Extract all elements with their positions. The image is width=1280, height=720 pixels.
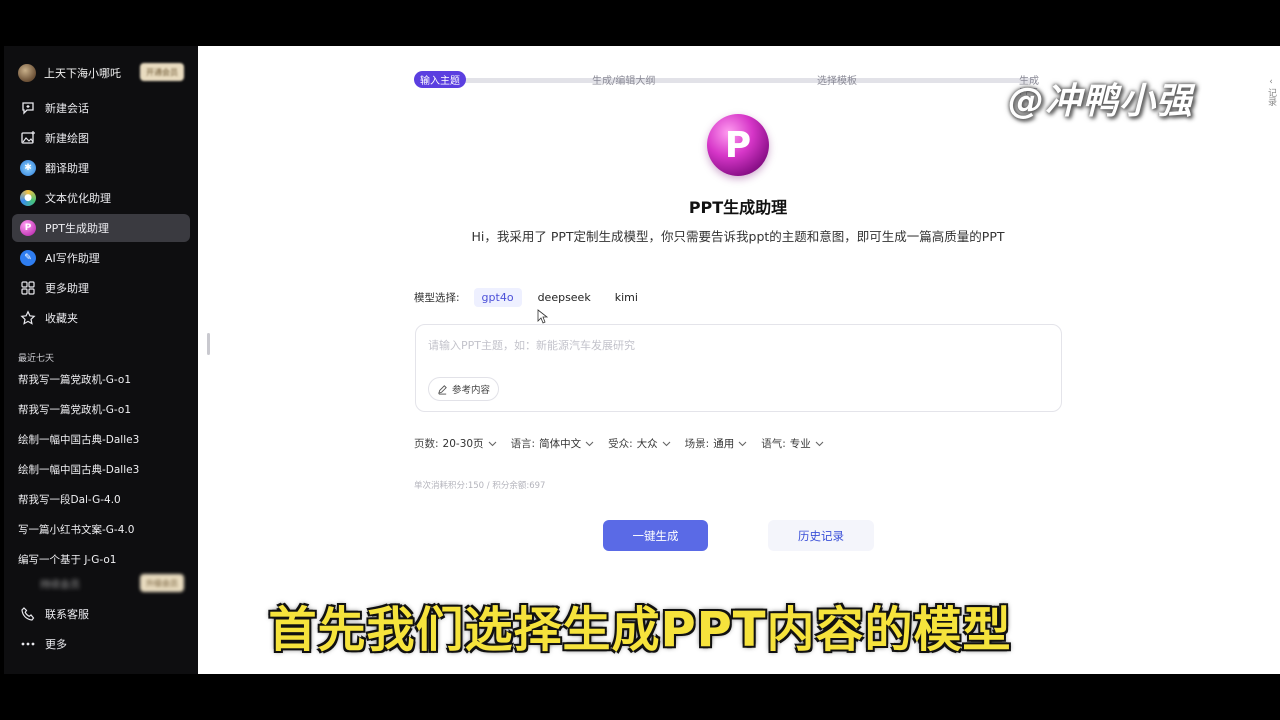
list-item[interactable]: 帮我写一篇党政机-G-o1 bbox=[12, 364, 190, 394]
reference-content-button[interactable]: 参考内容 bbox=[428, 377, 500, 401]
topic-input-box: 参考内容 bbox=[415, 324, 1062, 412]
sidebar-item-label: 更多助理 bbox=[45, 282, 89, 295]
option-value: 专业 bbox=[789, 438, 811, 450]
list-item[interactable]: 绘制一幅中国古典-Dalle3 bbox=[12, 424, 190, 454]
credits-info: 单次消耗积分:150 / 积分余额:697 bbox=[414, 481, 546, 491]
pages-select[interactable]: 页数: 20-30页 bbox=[414, 436, 497, 451]
reference-label: 参考内容 bbox=[452, 385, 491, 396]
chevron-down-icon bbox=[488, 441, 496, 446]
chat-plus-icon bbox=[20, 100, 36, 116]
side-tab-label: 记录 bbox=[1266, 88, 1276, 106]
user-profile[interactable]: 上天下海小哪吒 开通会员 bbox=[18, 60, 188, 86]
step-track bbox=[458, 78, 1034, 83]
list-item[interactable]: 帮我写一篇党政机-G-o1 bbox=[12, 394, 190, 424]
sidebar-item-new-chat[interactable]: 新建会话 bbox=[12, 94, 190, 122]
ppt-logo: P bbox=[707, 114, 769, 176]
chevron-down-icon bbox=[662, 441, 671, 446]
sidebar-item-text-optimize[interactable]: ● 文本优化助理 bbox=[12, 184, 190, 212]
vip-badge[interactable]: 开通会员 bbox=[140, 63, 184, 81]
sidebar-item-translate[interactable]: ✱ 翻译助理 bbox=[12, 154, 190, 182]
language-select[interactable]: 语言: 简体中文 bbox=[511, 436, 595, 451]
image-plus-icon bbox=[20, 130, 36, 146]
chevron-down-icon bbox=[815, 441, 824, 446]
video-caption: 首先我们选择生成PPT内容的模型 bbox=[268, 602, 1012, 658]
option-value: 简体中文 bbox=[539, 438, 582, 450]
sidebar-item-label: PPT生成助理 bbox=[45, 222, 109, 235]
sidebar-item-new-drawing[interactable]: 新建绘图 bbox=[12, 124, 190, 152]
sidebar-item-label: AI写作助理 bbox=[45, 252, 100, 265]
step-template[interactable]: 选择模板 bbox=[817, 72, 857, 87]
list-item[interactable]: 绘制一幅中国古典-Dalle3 bbox=[12, 454, 190, 484]
sidebar-resize-handle[interactable] bbox=[207, 333, 210, 355]
recent-section-title: 最近七天 bbox=[18, 354, 55, 364]
avatar[interactable] bbox=[18, 64, 36, 82]
progress-steps: 输入主题 生成/编辑大纲 选择模板 生成PPT bbox=[414, 71, 1054, 98]
chevron-down-icon bbox=[738, 441, 747, 446]
membership-text: 持续会员 bbox=[40, 580, 80, 591]
sidebar-item-label: 新建会话 bbox=[45, 102, 89, 115]
list-item[interactable]: 编写一个基于 J-G-o1 bbox=[12, 544, 190, 574]
list-item[interactable]: 写一篇小红书文案-G-4.0 bbox=[12, 514, 190, 544]
chevron-left-icon: ‹ bbox=[1269, 77, 1273, 87]
generate-button[interactable]: 一键生成 bbox=[603, 520, 708, 551]
sidebar-item-label: 文本优化助理 bbox=[45, 192, 111, 205]
option-key: 页数: bbox=[414, 438, 439, 450]
tone-select[interactable]: 语气: 专业 bbox=[761, 436, 824, 451]
model-option-kimi[interactable]: kimi bbox=[607, 288, 646, 307]
sidebar-item-ai-write[interactable]: ✎ AI写作助理 bbox=[12, 244, 190, 272]
option-key: 语气: bbox=[761, 438, 786, 450]
sidebar-item-more-assistants[interactable]: 更多助理 bbox=[12, 274, 190, 302]
ppt-icon: P bbox=[20, 220, 36, 236]
sidebar-item-label: 收藏夹 bbox=[45, 312, 78, 325]
sidebar-item-ppt[interactable]: P PPT生成助理 bbox=[12, 214, 190, 242]
sidebar: 上天下海小哪吒 开通会员 新建会话 新建绘图 ✱ 翻译助理 ● 文本优化助理 P… bbox=[4, 46, 198, 674]
ppt-options: 页数: 20-30页 语言: 简体中文 受众: 大众 场景: 通用 语气: 专业 bbox=[414, 436, 838, 451]
sidebar-item-label: 新建绘图 bbox=[45, 132, 89, 145]
step-outline[interactable]: 生成/编辑大纲 bbox=[592, 72, 655, 87]
option-value: 大众 bbox=[636, 438, 658, 450]
audience-select[interactable]: 受众: 大众 bbox=[608, 436, 671, 451]
list-item[interactable]: 帮我写一段Dal-G-4.0 bbox=[12, 484, 190, 514]
watermark: @冲鸭小强 bbox=[1008, 81, 1194, 122]
ai-write-icon: ✎ bbox=[20, 250, 36, 266]
record-side-tab[interactable]: ‹ 记录 bbox=[1262, 76, 1280, 128]
star-icon bbox=[20, 310, 36, 326]
translate-icon: ✱ bbox=[20, 160, 36, 176]
app-window: 上天下海小哪吒 开通会员 新建会话 新建绘图 ✱ 翻译助理 ● 文本优化助理 P… bbox=[4, 46, 1280, 674]
model-label: 模型选择: bbox=[414, 291, 460, 304]
option-key: 语言: bbox=[510, 438, 536, 450]
option-key: 场景: bbox=[684, 438, 710, 450]
sidebar-item-label: 翻译助理 bbox=[45, 162, 89, 175]
user-name: 上天下海小哪吒 bbox=[44, 67, 121, 80]
grid-icon bbox=[20, 280, 36, 296]
step-input-topic[interactable]: 输入主题 bbox=[414, 71, 466, 88]
option-key: 受众: bbox=[608, 438, 633, 450]
sidebar-item-favorites[interactable]: 收藏夹 bbox=[12, 304, 190, 332]
option-value: 通用 bbox=[713, 438, 735, 450]
recent-list: 帮我写一篇党政机-G-o1 帮我写一篇党政机-G-o1 绘制一幅中国古典-Dal… bbox=[12, 364, 190, 574]
topic-input[interactable] bbox=[426, 335, 1050, 363]
model-option-gpt4o[interactable]: gpt4o bbox=[473, 287, 522, 307]
history-button[interactable]: 历史记录 bbox=[768, 520, 874, 551]
chevron-down-icon bbox=[585, 441, 594, 446]
sidebar-nav: 新建会话 新建绘图 ✱ 翻译助理 ● 文本优化助理 P PPT生成助理 ✎ AI… bbox=[12, 94, 190, 334]
page-description: Hi，我采用了 PPT定制生成模型，你只需要告诉我ppt的主题和意图，即可生成一… bbox=[471, 229, 1005, 244]
page-title: PPT生成助理 bbox=[688, 198, 788, 217]
scene-select[interactable]: 场景: 通用 bbox=[685, 436, 748, 451]
text-optimize-icon: ● bbox=[20, 190, 36, 206]
edit-icon bbox=[438, 384, 447, 395]
option-value: 20-30页 bbox=[442, 438, 484, 450]
model-option-deepseek[interactable]: deepseek bbox=[530, 288, 599, 307]
model-selector: 模型选择: gpt4o deepseek kimi bbox=[414, 286, 654, 308]
